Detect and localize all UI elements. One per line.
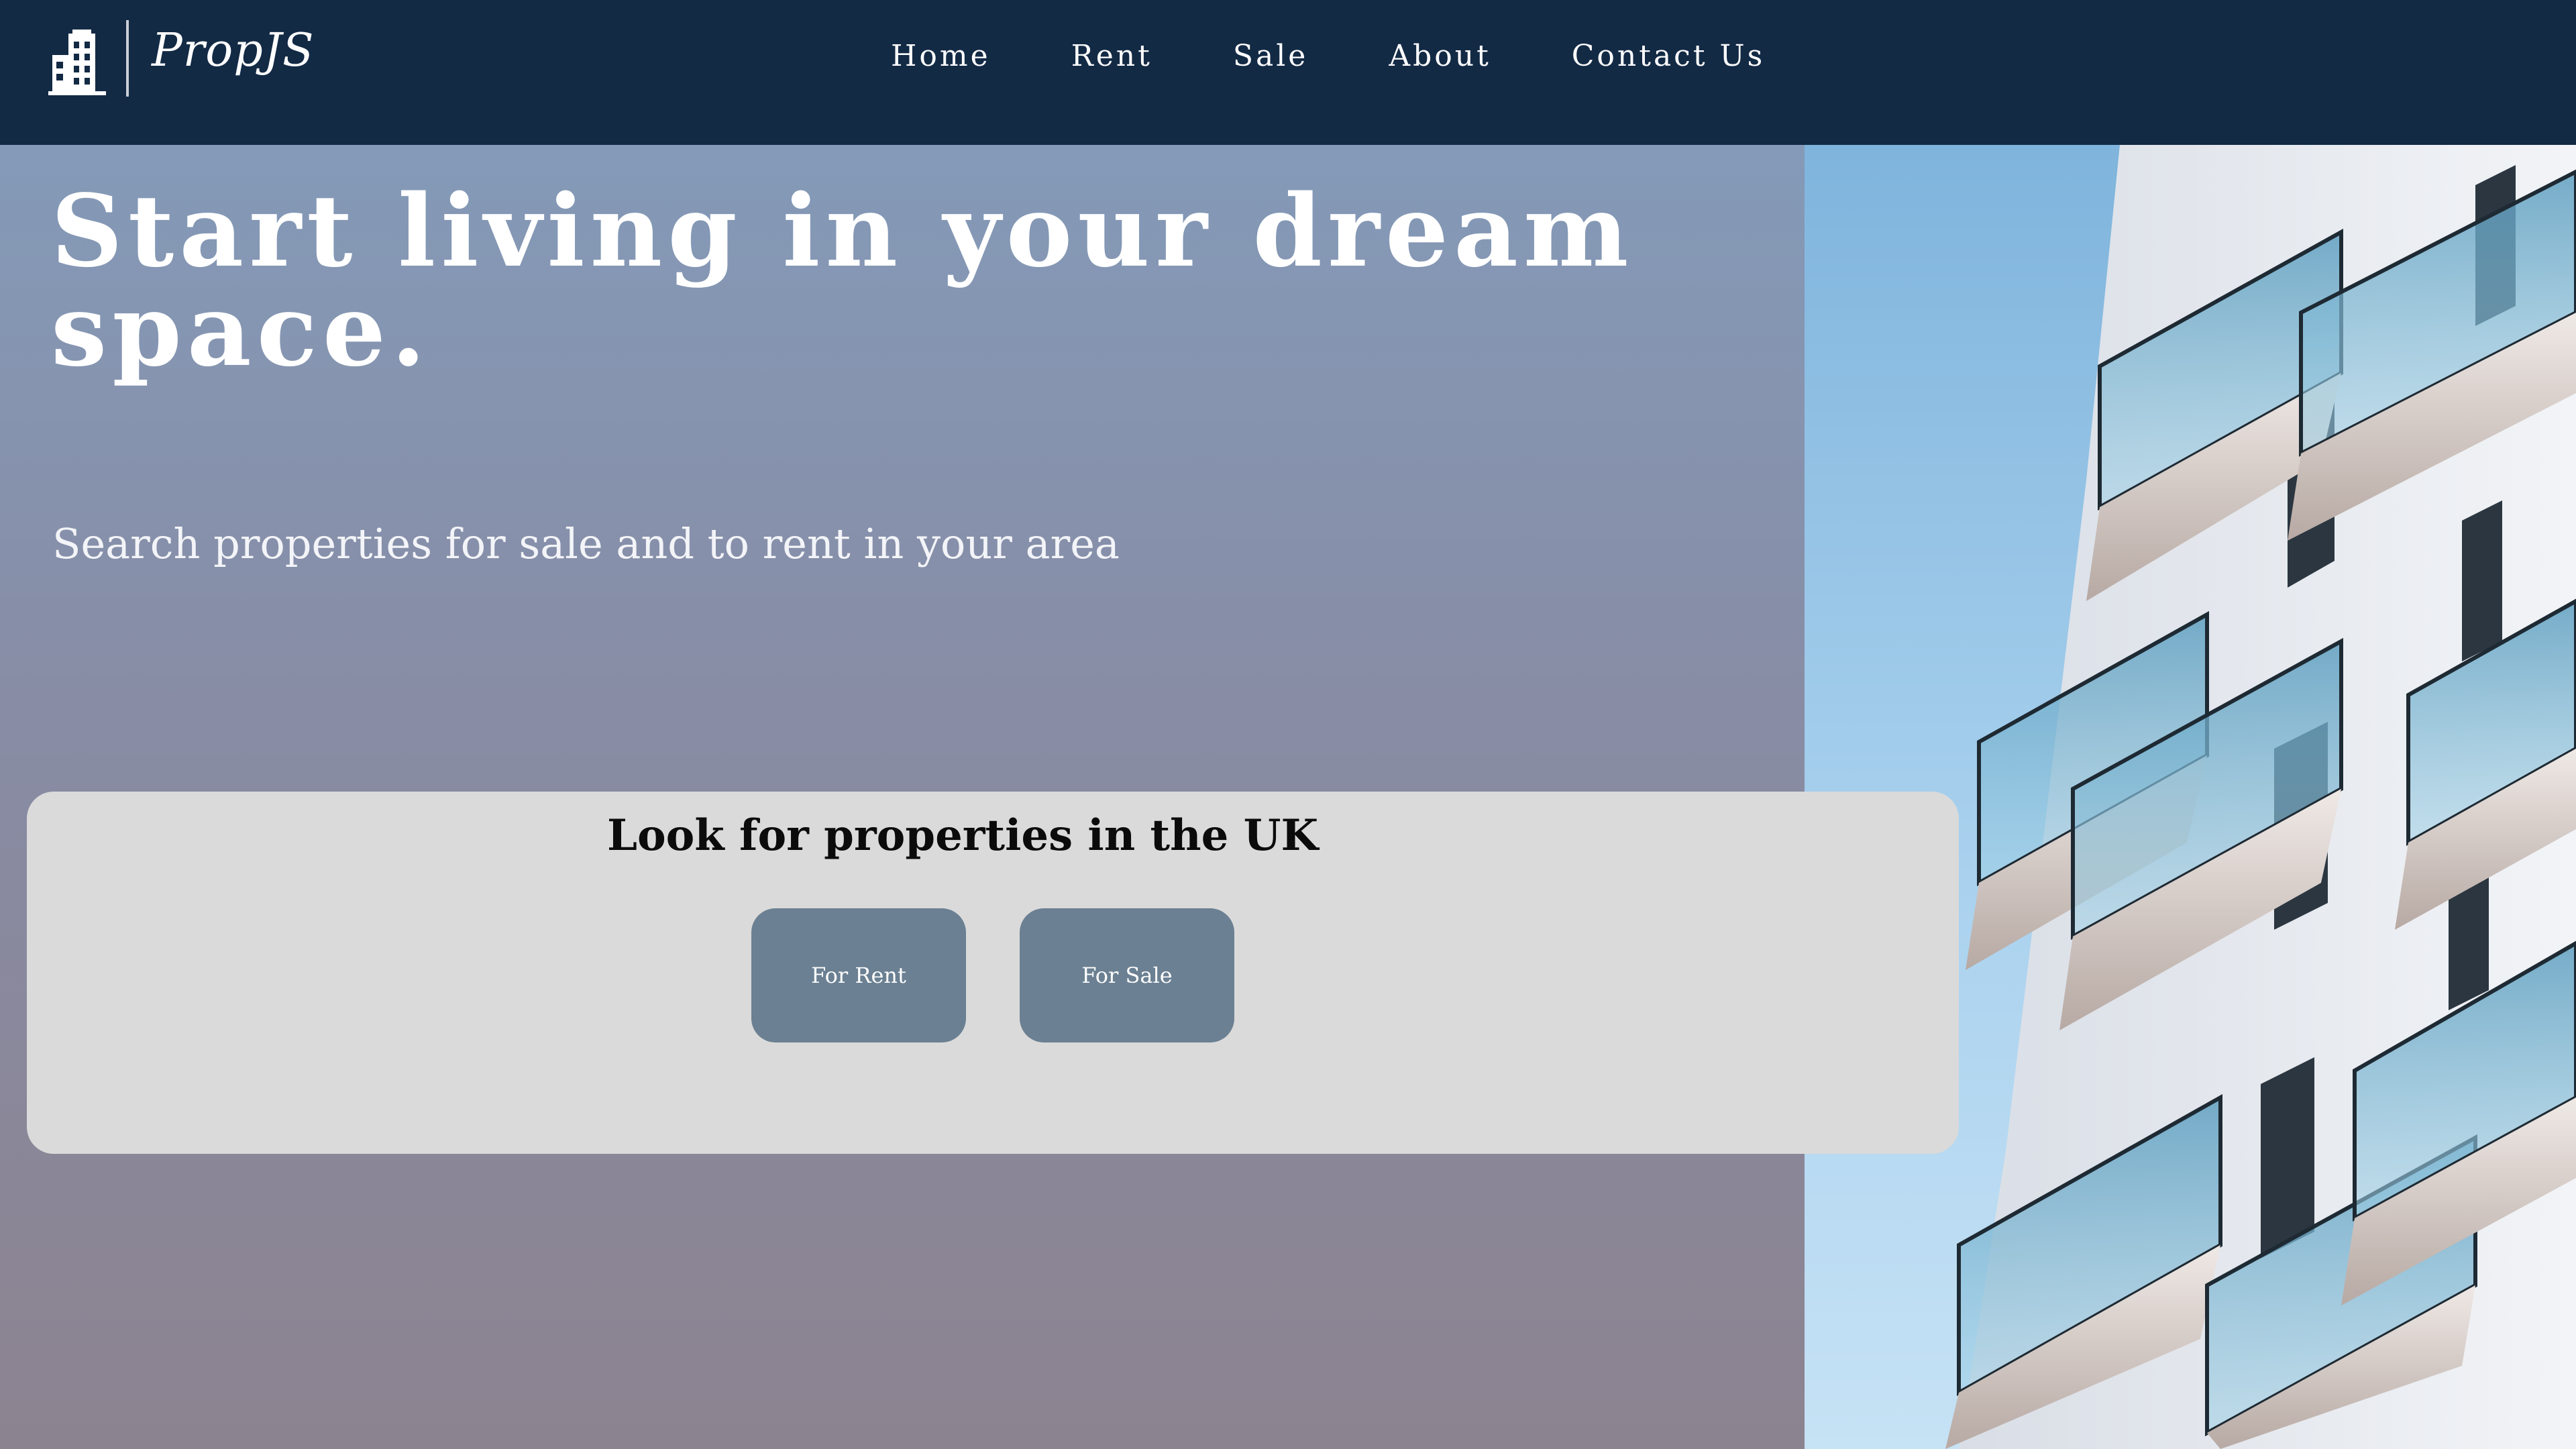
nav-sale[interactable]: Sale	[1233, 39, 1309, 73]
hero-subtitle: Search properties for sale and to rent i…	[52, 519, 1120, 568]
hero-title: Start living in your dream space.	[51, 172, 1634, 388]
property-search-card: Look for properties in the UK For Rent F…	[27, 792, 1959, 1154]
nav-rent[interactable]: Rent	[1071, 39, 1152, 73]
nav-contact-us[interactable]: Contact Us	[1572, 39, 1765, 73]
search-heading: Look for properties in the UK	[606, 810, 1319, 861]
logo-divider	[126, 20, 129, 97]
navbar: PropJS Home Rent Sale About Contact Us	[0, 0, 2576, 145]
for-sale-button[interactable]: For Sale	[1020, 908, 1234, 1042]
main-nav: Home Rent Sale About Contact Us	[891, 39, 1765, 73]
nav-about[interactable]: About	[1389, 39, 1491, 73]
building-icon[interactable]	[48, 27, 106, 95]
for-rent-button[interactable]: For Rent	[751, 908, 966, 1042]
brand-name[interactable]: PropJS	[152, 24, 315, 77]
page: PropJS Home Rent Sale About Contact Us S…	[0, 0, 2576, 1449]
nav-home[interactable]: Home	[891, 39, 991, 73]
